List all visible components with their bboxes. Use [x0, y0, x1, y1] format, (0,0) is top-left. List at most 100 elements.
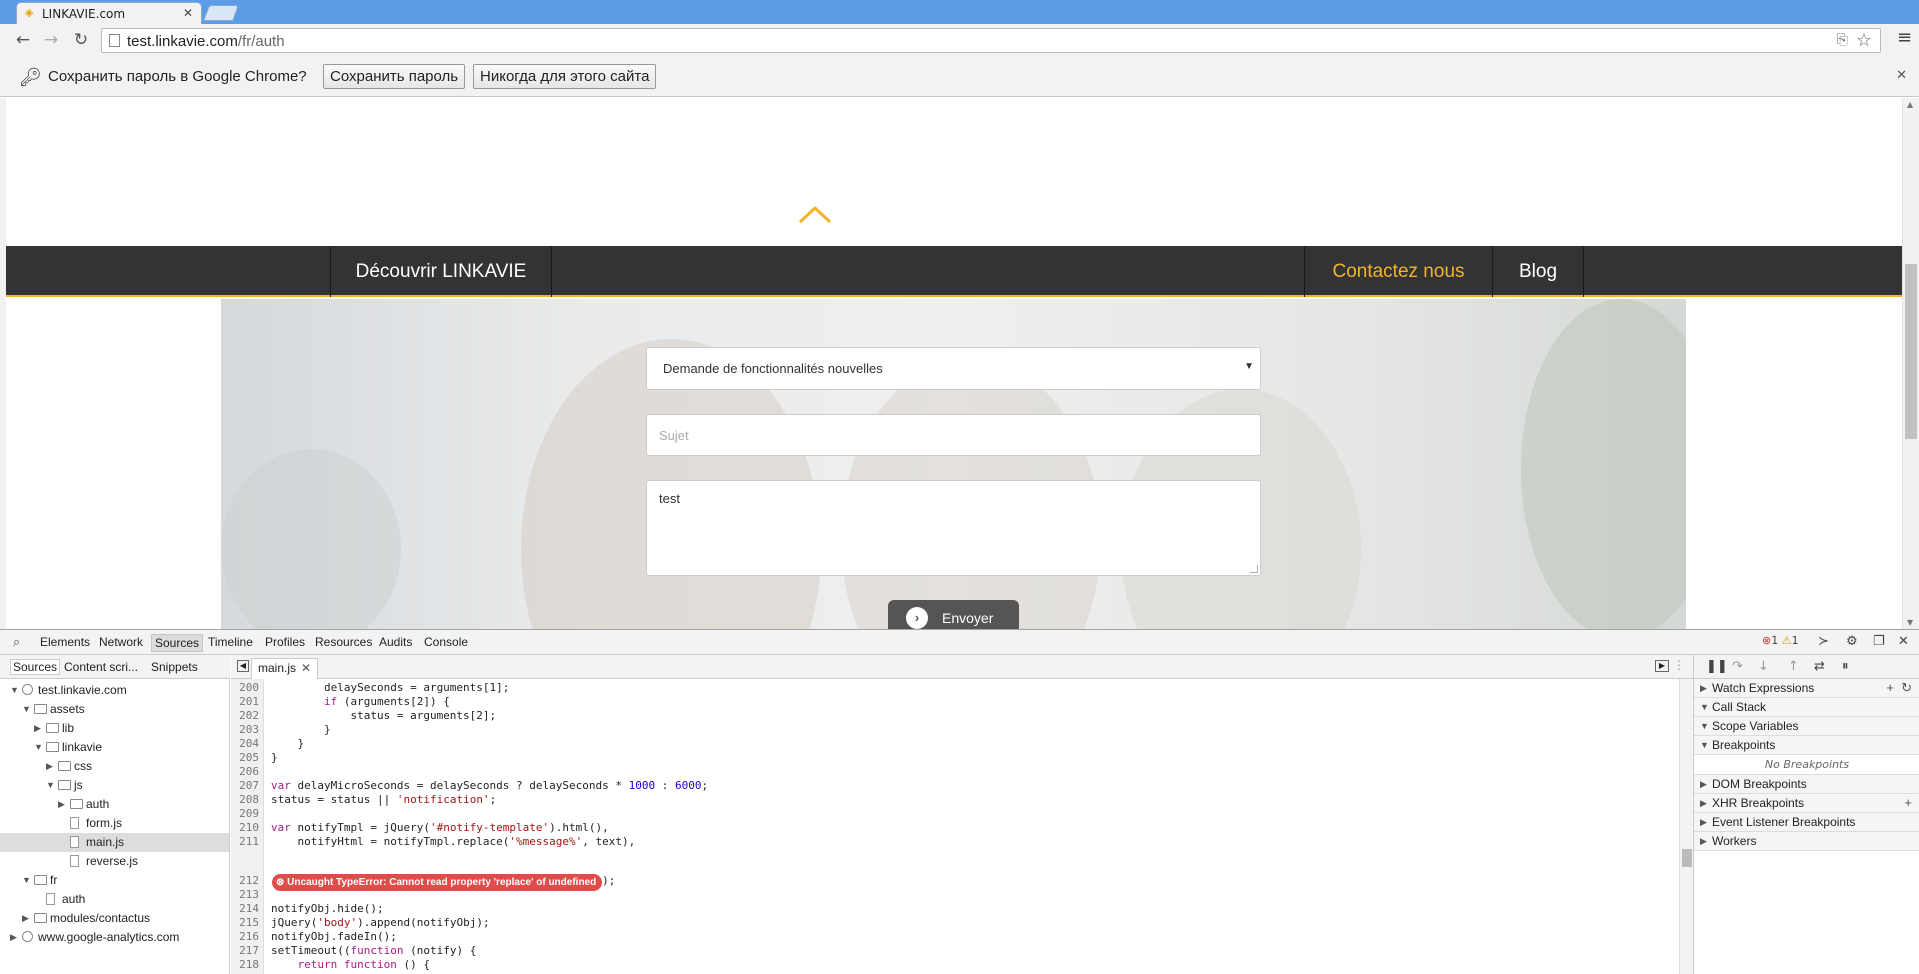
pane-call-stack[interactable]: ▼ Call Stack	[1694, 698, 1919, 717]
toggle-navigator-icon[interactable]: ◀	[237, 660, 249, 672]
code-line[interactable]: 202 status = arguments[2];	[231, 709, 496, 723]
tree-item[interactable]: ▼ test.linkavie.com	[0, 681, 229, 700]
console-drawer-icon[interactable]: ≻	[1818, 634, 1829, 649]
step-over-icon[interactable]: ↷	[1732, 659, 1743, 674]
close-file-icon[interactable]: ✕	[301, 661, 311, 675]
collapsed-arrow-icon[interactable]: ▶	[46, 757, 53, 776]
code-line[interactable]: 201 if (arguments[2]) {	[231, 695, 450, 709]
scrollbar-thumb[interactable]	[1905, 264, 1917, 439]
save-password-button[interactable]: Сохранить пароль	[323, 64, 466, 89]
tree-item[interactable]: ▼ assets	[0, 700, 229, 719]
tab-console[interactable]: Console	[424, 635, 468, 649]
address-bar[interactable]: test.linkavie.com/fr/auth ⎘ ☆	[101, 28, 1881, 53]
never-for-site-button[interactable]: Никогда для этого сайта	[473, 64, 657, 89]
pane-watch-expressions[interactable]: ▶ Watch Expressions + ↻	[1694, 679, 1919, 698]
tree-item[interactable]: main.js	[0, 833, 229, 852]
pause-on-exceptions-icon[interactable]: ⏸︎	[1842, 659, 1849, 674]
tab-resources[interactable]: Resources	[315, 635, 372, 649]
code-line[interactable]: 204 }	[231, 737, 304, 751]
forward-arrow-icon[interactable]: →	[40, 30, 62, 50]
collapsed-arrow-icon[interactable]: ▶	[34, 719, 41, 738]
collapsed-arrow-icon[interactable]: ▶	[22, 909, 29, 928]
step-out-icon[interactable]: ↑	[1788, 659, 1799, 674]
scroll-down-arrow-icon[interactable]: ▼	[1907, 618, 1913, 627]
add-watch-icon[interactable]: +	[1886, 679, 1894, 697]
toggle-debugger-icon[interactable]: ▶	[1655, 660, 1669, 672]
tab-timeline[interactable]: Timeline	[208, 635, 253, 649]
pane-dom-breakpoints[interactable]: ▶ DOM Breakpoints	[1694, 775, 1919, 794]
new-tab-button[interactable]	[203, 5, 239, 21]
code-line[interactable]: 213	[231, 888, 259, 902]
tree-item[interactable]: ▶ modules/contactus	[0, 909, 229, 928]
tree-item[interactable]: form.js	[0, 814, 229, 833]
pane-event-listener-breakpoints[interactable]: ▶ Event Listener Breakpoints	[1694, 813, 1919, 832]
code-line[interactable]: 203 }	[231, 723, 330, 737]
code-line[interactable]: 205}	[231, 751, 278, 765]
code-line[interactable]: 218 return function () {	[231, 958, 430, 972]
tree-item[interactable]: reverse.js	[0, 852, 229, 871]
editor-menu-icon[interactable]: ⋮	[1673, 658, 1685, 672]
code-line[interactable]: 212 notifyObj = jQuery(notifyHtml).addCl…	[231, 874, 615, 888]
nav-contact[interactable]: Contactez nous	[1304, 246, 1493, 297]
undock-icon[interactable]: ❐	[1873, 634, 1885, 649]
tab-elements[interactable]: Elements	[40, 635, 90, 649]
collapsed-arrow-icon[interactable]: ▶	[10, 928, 17, 947]
back-arrow-icon[interactable]: ←	[12, 30, 34, 50]
pause-icon[interactable]: ❚❚	[1706, 659, 1728, 674]
pane-xhr-breakpoints[interactable]: ▶ XHR Breakpoints +	[1694, 794, 1919, 813]
bookmark-star-icon[interactable]: ☆	[1856, 30, 1872, 51]
page-scrollbar[interactable]: ▲ ▼	[1902, 98, 1919, 629]
expanded-arrow-icon[interactable]: ▼	[22, 871, 31, 890]
pane-breakpoints[interactable]: ▼ Breakpoints	[1694, 736, 1919, 755]
nav-blog[interactable]: Blog	[1492, 246, 1584, 297]
tab-profiles[interactable]: Profiles	[265, 635, 305, 649]
reload-icon[interactable]: ↻	[70, 30, 92, 50]
code-line[interactable]: 200 delaySeconds = arguments[1];	[231, 681, 509, 695]
scroll-up-chevron-icon[interactable]	[798, 204, 832, 224]
chrome-menu-icon[interactable]: ≡	[1897, 29, 1913, 47]
nav-tab-content-scripts[interactable]: Content scri...	[64, 660, 138, 674]
tree-item[interactable]: ▶ www.google-analytics.com	[0, 928, 229, 947]
code-line[interactable]: 210 var notifyTmpl = jQuery('#notify-temp…	[231, 821, 609, 835]
settings-gear-icon[interactable]: ⚙	[1846, 634, 1858, 649]
code-line[interactable]: 206	[231, 765, 259, 779]
editor-scroll-thumb[interactable]	[1682, 849, 1692, 867]
message-textarea[interactable]: test	[646, 480, 1261, 576]
expanded-arrow-icon[interactable]: ▼	[10, 681, 19, 700]
tree-item[interactable]: ▼ js	[0, 776, 229, 795]
add-xhr-breakpoint-icon[interactable]: +	[1904, 794, 1912, 812]
resize-grip-icon[interactable]	[1250, 565, 1258, 573]
deactivate-breakpoints-icon[interactable]: ⇄	[1814, 659, 1825, 674]
code-line[interactable]: 208 status = status || 'notification';	[231, 793, 496, 807]
close-devtools-icon[interactable]: ✕	[1898, 634, 1909, 649]
tree-item[interactable]: ▶ lib	[0, 719, 229, 738]
code-line[interactable]: 207 var delayMicroSeconds = delaySeconds …	[231, 779, 708, 793]
inspect-search-icon[interactable]: ⌕	[13, 635, 20, 650]
subject-input[interactable]: Sujet	[646, 414, 1261, 456]
editor-file-tab[interactable]: main.js ✕	[251, 658, 319, 679]
tab-audits[interactable]: Audits	[379, 635, 412, 649]
scroll-up-arrow-icon[interactable]: ▲	[1907, 100, 1913, 109]
category-select[interactable]: Demande de fonctionnalités nouvelles ▼	[646, 347, 1261, 390]
tree-item[interactable]: ▶ auth	[0, 795, 229, 814]
refresh-watch-icon[interactable]: ↻	[1901, 679, 1912, 697]
nav-tab-snippets[interactable]: Snippets	[151, 660, 198, 674]
url-text[interactable]: test.linkavie.com/fr/auth	[127, 33, 285, 50]
nav-discover-linkavie[interactable]: Découvrir LINKAVIE	[330, 246, 552, 297]
expanded-arrow-icon[interactable]: ▼	[46, 776, 55, 795]
translate-icon[interactable]: ⎘	[1837, 32, 1848, 48]
code-line[interactable]: 209	[231, 807, 259, 821]
close-infobar-icon[interactable]: ✕	[1896, 68, 1907, 83]
collapsed-arrow-icon[interactable]: ▶	[58, 795, 65, 814]
pane-scope-variables[interactable]: ▼ Scope Variables	[1694, 717, 1919, 736]
step-into-icon[interactable]: ↓	[1758, 659, 1769, 674]
tree-item[interactable]: ▶ css	[0, 757, 229, 776]
tree-item[interactable]: ▼ fr	[0, 871, 229, 890]
expanded-arrow-icon[interactable]: ▼	[34, 738, 43, 757]
code-line[interactable]: 215 jQuery('body').append(notifyObj);	[231, 916, 489, 930]
error-warning-counter[interactable]: ⊗1 ⚠1	[1762, 634, 1799, 647]
code-line[interactable]: 217 setTimeout((function (notify) {	[231, 944, 476, 958]
tab-sources[interactable]: Sources	[151, 634, 204, 652]
code-line[interactable]: 214 notifyObj.hide();	[231, 902, 383, 916]
nav-tab-sources[interactable]: Sources	[10, 659, 61, 675]
